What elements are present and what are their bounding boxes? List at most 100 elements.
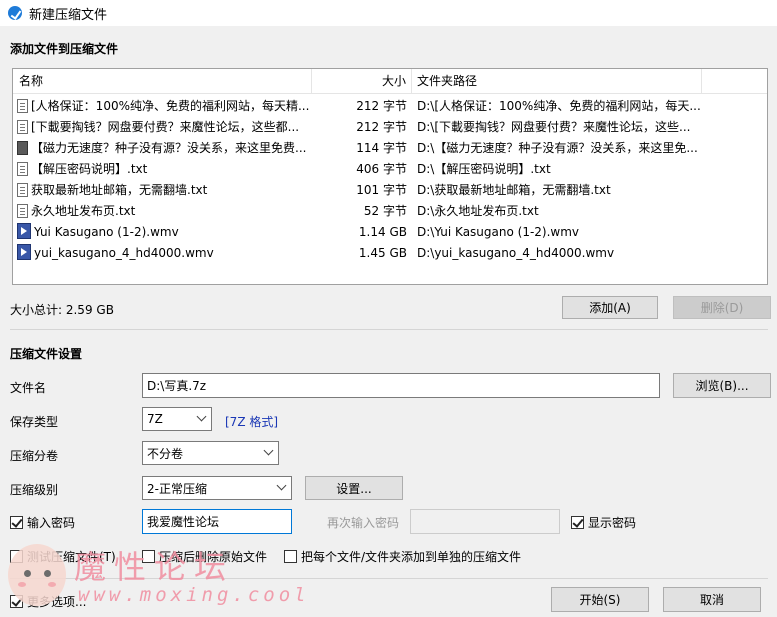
split-select[interactable]: 不分卷 xyxy=(142,441,279,465)
confirm-password-label: 再次输入密码 xyxy=(327,516,400,530)
file-name-cell: 【解压密码说明】.txt xyxy=(17,159,311,180)
test-archive-label: 测试压缩文件(T) xyxy=(27,550,116,564)
file-name: 【解压密码说明】.txt xyxy=(31,162,148,176)
file-path-cell: D:\[下載要掏钱？网盘要付费？来魔性论坛，这些... xyxy=(417,120,691,134)
split-value: 不分卷 xyxy=(147,446,184,461)
file-path-cell: D:\永久地址发布页.txt xyxy=(417,204,539,218)
filename-label: 文件名 xyxy=(10,381,47,395)
file-size-cell: 52 字节 xyxy=(363,204,407,218)
file-row[interactable]: 【解压密码说明】.txt 406 字节 D:\【解压密码说明】.txt xyxy=(13,159,767,180)
column-header-name[interactable]: 名称 xyxy=(13,69,312,94)
file-row[interactable]: 【磁力无速度？种子没有源？没关系，来这里免费... 114 字节 D:\【磁力无速度… xyxy=(13,138,767,159)
file-name: 永久地址发布页.txt xyxy=(31,204,136,218)
file-path-cell: D:\yui_kasugano_4_hd4000.wmv xyxy=(417,246,615,260)
add-button[interactable]: 添加(A) xyxy=(562,296,658,319)
cancel-button[interactable]: 取消 xyxy=(663,587,761,612)
file-path-cell: D:\[人格保证：100%纯净、免费的福利网站，每天... xyxy=(417,99,701,113)
checkbox-unchecked-icon xyxy=(10,550,23,563)
show-password-checkbox[interactable]: 显示密码 xyxy=(571,514,636,531)
text-file-icon xyxy=(17,120,28,134)
file-name-cell: [下載要掏钱？网盘要付费？来魔性论坛，这些都... xyxy=(17,117,311,138)
checkbox-checked-icon xyxy=(571,516,584,529)
checkbox-checked-icon xyxy=(10,595,23,608)
file-size-cell: 101 字节 xyxy=(356,183,407,197)
section-divider xyxy=(10,329,768,330)
watermark-url: www.moxing.cool xyxy=(78,584,310,606)
wmv-file-icon xyxy=(17,244,31,260)
file-path-cell: D:\【解压密码说明】.txt xyxy=(417,162,551,176)
file-size-cell: 1.45 GB xyxy=(358,246,407,260)
format-link[interactable]: [7Z 格式] xyxy=(225,413,278,430)
file-row[interactable]: yui_kasugano_4_hd4000.wmv 1.45 GB D:\yui_k… xyxy=(13,243,767,264)
file-size-cell: 114 字节 xyxy=(356,141,407,155)
separate-archives-checkbox[interactable]: 把每个文件/文件夹添加到单独的压缩文件 xyxy=(284,548,521,565)
window-title: 新建压缩文件 xyxy=(29,7,108,23)
exe-file-icon xyxy=(17,141,28,155)
text-file-icon xyxy=(17,162,28,176)
save-type-label: 保存类型 xyxy=(10,415,59,429)
file-path-cell: D:\获取最新地址邮箱，无需翻墙.txt xyxy=(417,183,611,197)
save-type-value: 7Z xyxy=(147,412,163,426)
file-list[interactable]: 名称 大小 文件夹路径 [人格保证：100%纯净、免费的福利网站，每天精... 2… xyxy=(12,68,768,285)
split-label: 压缩分卷 xyxy=(10,449,59,463)
add-files-heading: 添加文件到压缩文件 xyxy=(10,42,119,56)
separate-archives-label: 把每个文件/文件夹添加到单独的压缩文件 xyxy=(301,550,522,564)
browse-button[interactable]: 浏览(B)... xyxy=(673,373,771,398)
wmv-file-icon xyxy=(17,223,31,239)
file-name-cell: [人格保证：100%纯净、免费的福利网站，每天精... xyxy=(17,96,311,117)
password-input[interactable]: 我爱魔性论坛 xyxy=(142,509,292,534)
file-size-cell: 212 字节 xyxy=(356,120,407,134)
level-label: 压缩级别 xyxy=(10,483,59,497)
more-options-checkbox[interactable]: 更多选项... xyxy=(10,593,86,610)
file-row[interactable]: [人格保证：100%纯净、免费的福利网站，每天精... 212 字节 D:\[人格保… xyxy=(13,96,767,117)
show-password-label: 显示密码 xyxy=(588,516,637,530)
confirm-password-input[interactable] xyxy=(410,509,560,534)
file-row[interactable]: Yui Kasugano (1-2).wmv 1.14 GB D:\Yui Kasu… xyxy=(13,222,767,243)
file-size-cell: 212 字节 xyxy=(356,99,407,113)
delete-after-label: 压缩后删除原始文件 xyxy=(159,550,268,564)
file-row[interactable]: [下載要掏钱？网盘要付费？来魔性论坛，这些都... 212 字节 D:\[下載要掏钱… xyxy=(13,117,767,138)
filename-input[interactable]: D:\写真.7z xyxy=(142,373,660,398)
chevron-down-icon xyxy=(196,411,207,422)
file-name: Yui Kasugano (1-2).wmv xyxy=(34,225,179,239)
chevron-down-icon xyxy=(276,480,287,491)
delete-after-checkbox[interactable]: 压缩后删除原始文件 xyxy=(142,548,267,565)
file-name-cell: yui_kasugano_4_hd4000.wmv xyxy=(17,243,311,264)
file-name-cell: 获取最新地址邮箱，无需翻墙.txt xyxy=(17,180,311,201)
file-row[interactable]: 永久地址发布页.txt 52 字节 D:\永久地址发布页.txt xyxy=(13,201,767,222)
save-type-select[interactable]: 7Z xyxy=(142,407,212,431)
column-header-size[interactable]: 大小 xyxy=(312,69,412,94)
file-path-cell: D:\【磁力无速度？种子没有源？没关系，来这里免... xyxy=(417,141,698,155)
file-name: [人格保证：100%纯净、免费的福利网站，每天精... xyxy=(31,99,310,113)
text-file-icon xyxy=(17,183,28,197)
delete-button[interactable]: 删除(D) xyxy=(673,296,771,319)
settings-heading: 压缩文件设置 xyxy=(10,347,83,361)
start-button[interactable]: 开始(S) xyxy=(551,587,649,612)
file-name-cell: Yui Kasugano (1-2).wmv xyxy=(17,222,311,243)
checkbox-unchecked-icon xyxy=(142,550,155,563)
file-list-header: 名称 大小 文件夹路径 xyxy=(13,69,767,94)
file-name: 【磁力无速度？种子没有源？没关系，来这里免费... xyxy=(31,141,307,155)
compression-settings-button[interactable]: 设置... xyxy=(305,476,403,500)
level-value: 2-正常压缩 xyxy=(147,481,207,496)
file-size-cell: 406 字节 xyxy=(356,162,407,176)
checkbox-checked-icon xyxy=(10,516,23,529)
test-archive-checkbox[interactable]: 测试压缩文件(T) xyxy=(10,548,116,565)
column-header-path[interactable]: 文件夹路径 xyxy=(412,69,702,94)
file-name: yui_kasugano_4_hd4000.wmv xyxy=(34,246,214,260)
more-options-label: 更多选项... xyxy=(27,595,87,609)
file-row[interactable]: 获取最新地址邮箱，无需翻墙.txt 101 字节 D:\获取最新地址邮箱，无需翻墙.… xyxy=(13,180,767,201)
file-name-cell: 【磁力无速度？种子没有源？没关系，来这里免费... xyxy=(17,138,311,159)
total-size-label: 大小总计: 2.59 GB xyxy=(10,303,114,317)
password-checkbox[interactable]: 输入密码 xyxy=(10,514,75,531)
checkbox-unchecked-icon xyxy=(284,550,297,563)
app-logo-icon xyxy=(8,6,22,20)
file-name: 获取最新地址邮箱，无需翻墙.txt xyxy=(31,183,208,197)
chevron-down-icon xyxy=(263,445,274,456)
file-path-cell: D:\Yui Kasugano (1-2).wmv xyxy=(417,225,580,239)
file-name-cell: 永久地址发布页.txt xyxy=(17,201,311,222)
file-name: [下載要掏钱？网盘要付费？来魔性论坛，这些都... xyxy=(31,120,300,134)
file-size-cell: 1.14 GB xyxy=(358,225,407,239)
password-checkbox-label: 输入密码 xyxy=(27,516,76,530)
level-select[interactable]: 2-正常压缩 xyxy=(142,476,292,500)
